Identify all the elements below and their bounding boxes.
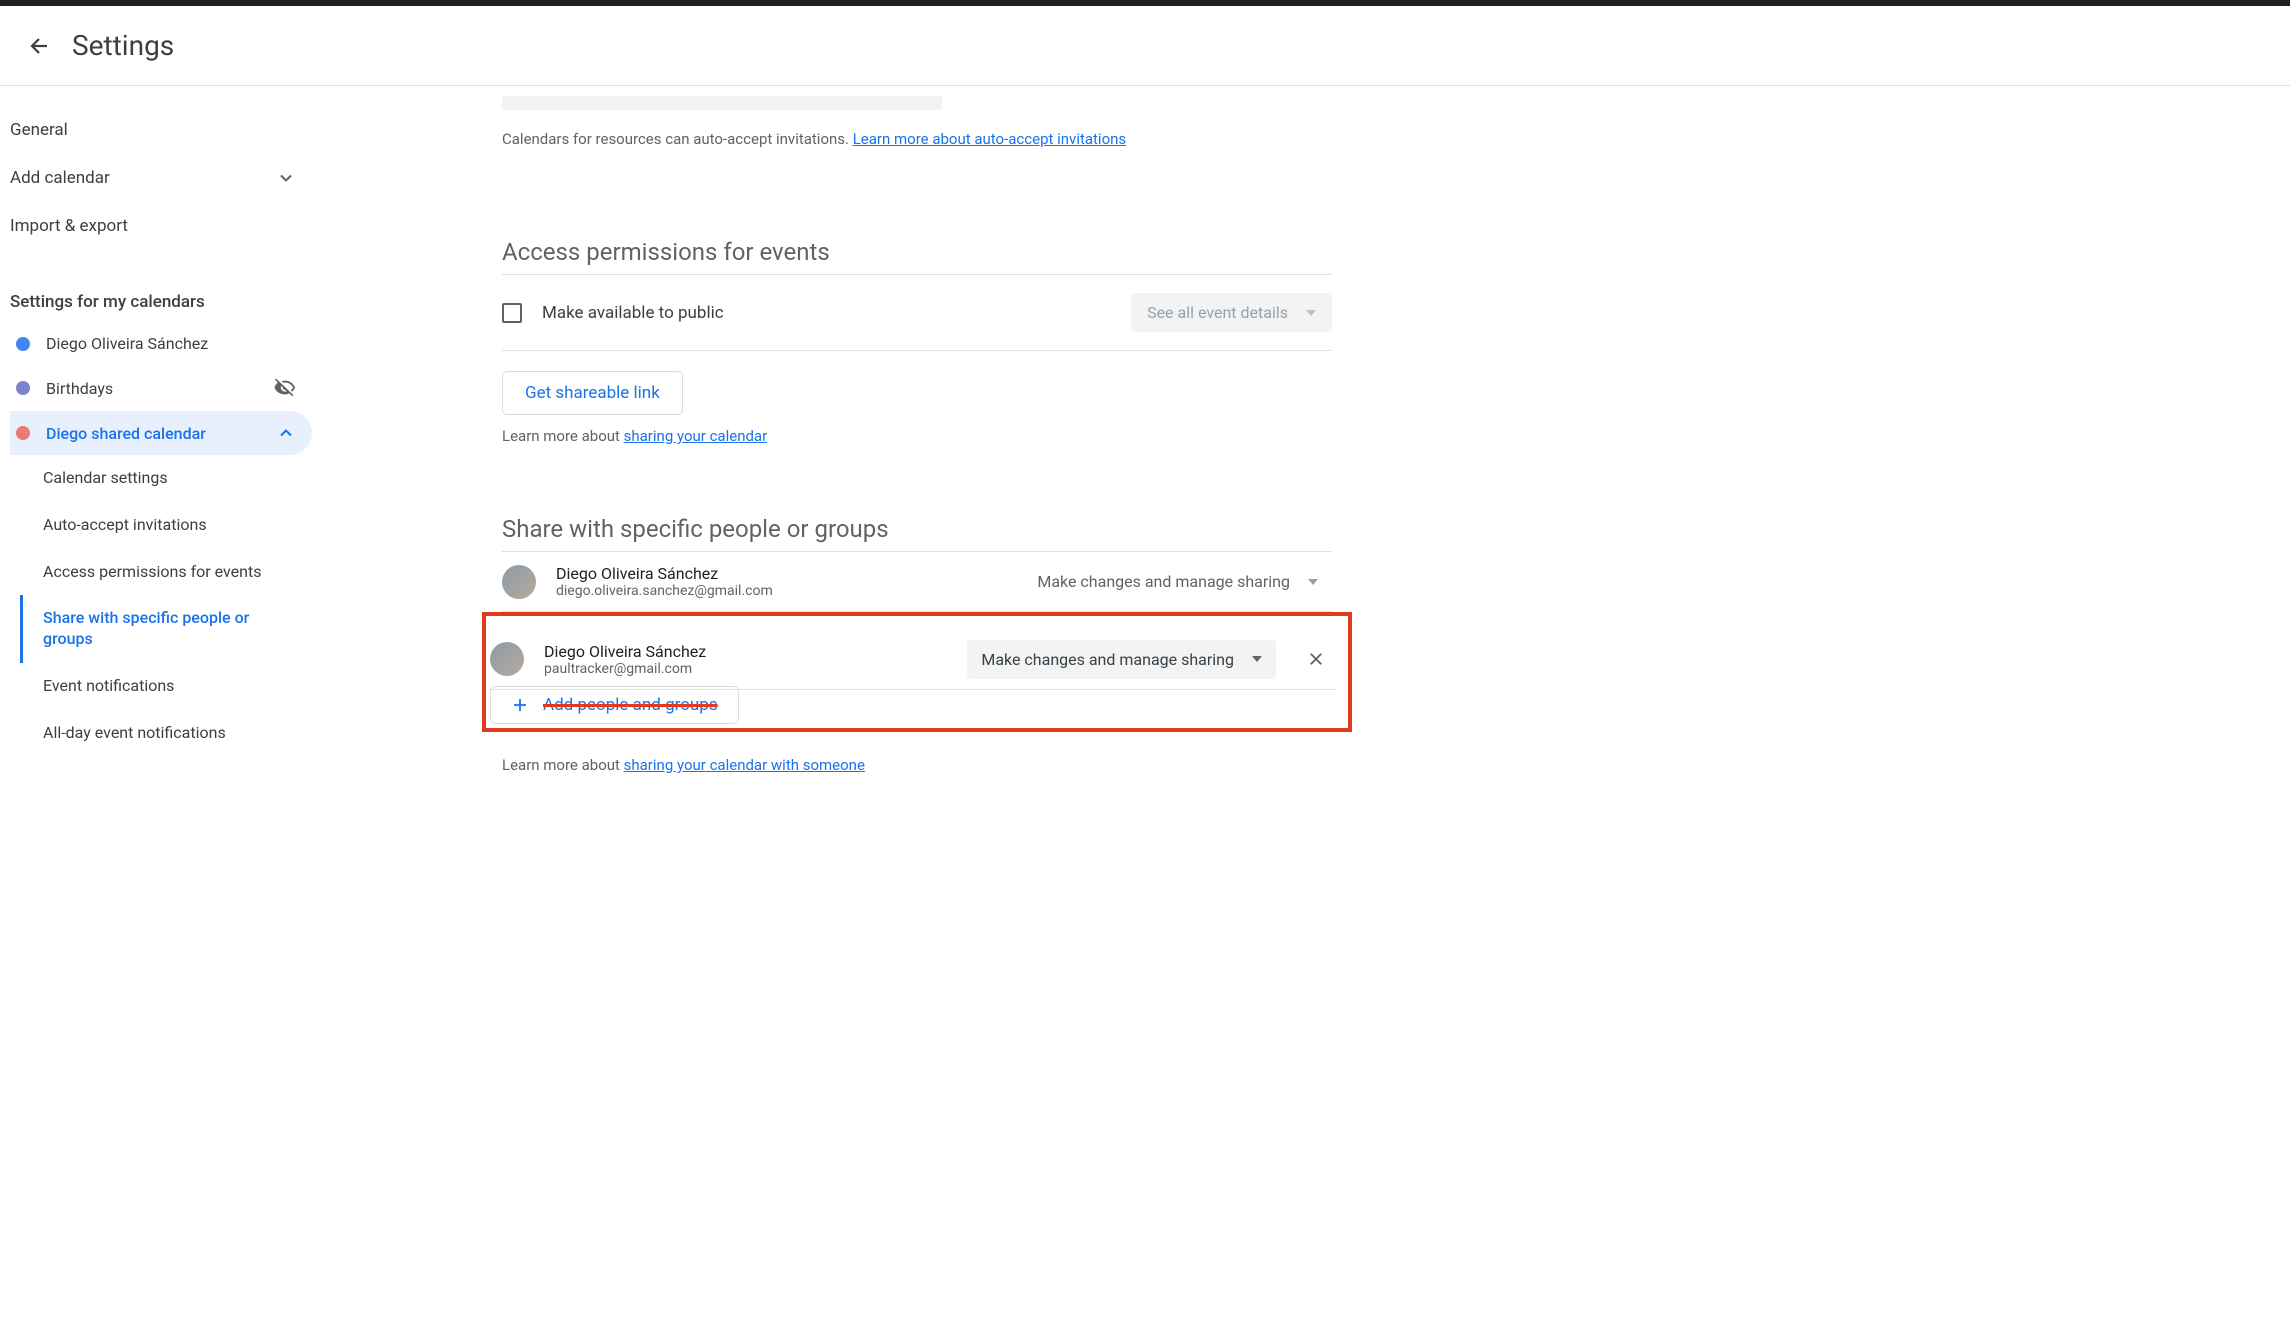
settings-header: Settings (0, 6, 2290, 86)
calendar-item-diego[interactable]: Diego Oliveira Sánchez (10, 322, 312, 365)
add-people-button[interactable]: Add people and groups (490, 686, 739, 724)
dropdown-caret-icon (1252, 656, 1262, 662)
chevron-up-icon (276, 423, 296, 443)
person-email: paultracker@gmail.com (544, 661, 947, 677)
permission-select[interactable]: Make changes and manage sharing (967, 640, 1276, 679)
person-name: Diego Oliveira Sánchez (544, 642, 947, 661)
make-public-label: Make available to public (542, 303, 724, 323)
access-permissions-title: Access permissions for events (502, 238, 1332, 266)
page-title: Settings (72, 29, 174, 62)
dropdown-caret-icon (1308, 579, 1318, 585)
annotation-highlight: Diego Oliveira Sánchez paultracker@gmail… (482, 612, 1352, 732)
avatar (502, 565, 536, 599)
back-button[interactable] (16, 22, 64, 70)
auto-accept-text: Calendars for resources can auto-accept … (502, 130, 853, 148)
learn-sharing-someone-caption: Learn more about sharing your calendar w… (502, 756, 1332, 774)
subnav-access-permissions[interactable]: Access permissions for events (20, 549, 312, 596)
share-person-row-owner: Diego Oliveira Sánchez diego.oliveira.sa… (502, 552, 1332, 612)
add-people-label: Add people and groups (543, 695, 718, 715)
remove-person-button[interactable] (1296, 639, 1336, 679)
settings-content: Calendars for resources can auto-accept … (312, 86, 1392, 884)
arrow-left-icon (28, 34, 52, 58)
permission-label: Make changes and manage sharing (1037, 572, 1290, 591)
calendar-color-dot (16, 337, 30, 351)
person-name: Diego Oliveira Sánchez (556, 564, 1003, 583)
calendar-item-shared[interactable]: Diego shared calendar (10, 411, 312, 455)
sidebar-section-title: Settings for my calendars (10, 278, 312, 322)
plus-icon (511, 696, 529, 714)
public-visibility-label: See all event details (1147, 303, 1288, 322)
sidebar-import-export-label: Import & export (10, 216, 128, 236)
close-icon (1307, 650, 1325, 668)
learn-prefix: Learn more about (502, 427, 624, 445)
subnav-event-notifications[interactable]: Event notifications (20, 663, 312, 710)
prev-section-remnant (502, 96, 942, 110)
permission-label: Make changes and manage sharing (981, 650, 1234, 669)
settings-sidebar: General Add calendar Import & export Set… (0, 86, 312, 884)
share-person-row: Diego Oliveira Sánchez paultracker@gmail… (490, 628, 1336, 690)
sidebar-general-label: General (10, 120, 68, 140)
calendar-item-birthdays[interactable]: Birthdays (10, 365, 312, 411)
calendar-color-dot (16, 381, 30, 395)
chevron-down-icon (276, 168, 296, 188)
person-email: diego.oliveira.sanchez@gmail.com (556, 583, 1003, 599)
dropdown-caret-icon (1306, 310, 1316, 316)
visibility-off-icon (274, 377, 296, 399)
auto-accept-caption: Calendars for resources can auto-accept … (502, 130, 1332, 148)
calendar-label: Diego Oliveira Sánchez (46, 334, 296, 353)
avatar (490, 642, 524, 676)
learn-sharing-caption: Learn more about sharing your calendar (502, 427, 1332, 445)
public-visibility-select: See all event details (1131, 293, 1332, 332)
get-shareable-link-button[interactable]: Get shareable link (502, 371, 683, 415)
subnav-share-specific[interactable]: Share with specific people or groups (20, 595, 312, 663)
sidebar-import-export[interactable]: Import & export (10, 202, 312, 250)
sidebar-add-calendar[interactable]: Add calendar (10, 154, 312, 202)
permission-select-owner[interactable]: Make changes and manage sharing (1023, 562, 1332, 601)
make-public-checkbox[interactable] (502, 303, 522, 323)
subnav-allday-notifications[interactable]: All-day event notifications (20, 710, 312, 757)
calendar-label: Birthdays (46, 379, 258, 398)
calendar-label: Diego shared calendar (46, 424, 260, 443)
subnav-auto-accept[interactable]: Auto-accept invitations (20, 502, 312, 549)
calendar-color-dot (16, 426, 30, 440)
sharing-calendar-link[interactable]: sharing your calendar (624, 427, 768, 445)
sidebar-general[interactable]: General (10, 106, 312, 154)
sidebar-add-calendar-label: Add calendar (10, 168, 110, 188)
share-specific-title: Share with specific people or groups (502, 515, 1332, 543)
sharing-someone-link[interactable]: sharing your calendar with someone (624, 756, 865, 774)
subnav-calendar-settings[interactable]: Calendar settings (20, 455, 312, 502)
learn-prefix: Learn more about (502, 756, 624, 774)
calendar-subnav: Calendar settings Auto-accept invitation… (18, 455, 312, 757)
learn-auto-accept-link[interactable]: Learn more about auto-accept invitations (853, 130, 1126, 148)
make-public-row: Make available to public See all event d… (502, 275, 1332, 351)
